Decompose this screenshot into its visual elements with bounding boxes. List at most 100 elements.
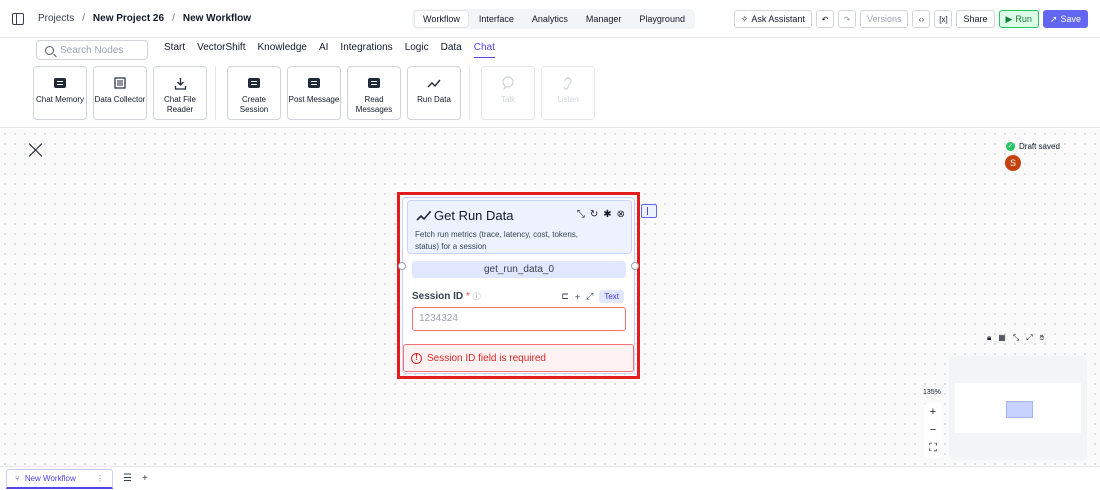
- ask-assistant-label: Ask Assistant: [751, 14, 805, 24]
- trend-icon: [416, 209, 432, 227]
- grid-icon[interactable]: ▦: [998, 333, 1006, 343]
- workflow-tab[interactable]: ⑂ New Workflow ⋮: [6, 468, 113, 489]
- category-integrations[interactable]: Integrations: [340, 42, 392, 58]
- tab-analytics[interactable]: Analytics: [524, 11, 576, 27]
- ask-assistant-button[interactable]: ✧ Ask Assistant: [733, 10, 812, 28]
- code-button[interactable]: ‹›: [912, 10, 931, 28]
- save-button[interactable]: ➚ Save: [1042, 10, 1088, 28]
- field-label-text: Session ID: [412, 291, 464, 302]
- save-label: Save: [1060, 14, 1081, 24]
- add-icon[interactable]: +: [575, 292, 580, 302]
- undo-icon: ↶: [821, 14, 829, 24]
- zoom-controls: + − ⛶: [924, 403, 942, 458]
- category-chat[interactable]: Chat: [473, 42, 495, 58]
- field-type-badge[interactable]: Text: [599, 290, 624, 303]
- node-post-message[interactable]: Post Message: [287, 66, 341, 120]
- undo-button[interactable]: ↶: [815, 10, 834, 28]
- zoom-in-button[interactable]: +: [930, 406, 936, 418]
- info-icon[interactable]: ⓘ: [473, 292, 481, 301]
- session-id-input[interactable]: 1234324: [412, 307, 626, 331]
- versions-button[interactable]: Versions: [859, 10, 909, 28]
- breadcrumb-separator: /: [82, 13, 85, 24]
- shrink-icon[interactable]: ⤡: [1013, 333, 1019, 343]
- category-knowledge[interactable]: Knowledge: [257, 42, 306, 58]
- bottom-bar: ⑂ New Workflow ⋮ ☰ +: [0, 466, 1100, 490]
- view-tabs: Workflow Interface Analytics Manager Pla…: [412, 9, 695, 29]
- node-listen: Listen: [541, 66, 595, 120]
- close-circle-icon[interactable]: ⊗: [617, 209, 625, 220]
- more-icon[interactable]: ⋮: [96, 474, 104, 483]
- tab-interface[interactable]: Interface: [471, 11, 522, 27]
- node-data-collector[interactable]: Data Collector: [93, 66, 147, 120]
- node-talk: Talk: [481, 66, 535, 120]
- node-toolbar: Search Nodes Start VectorShift Knowledge…: [0, 38, 1100, 128]
- gear-icon[interactable]: ✱: [603, 209, 611, 220]
- link-icon[interactable]: ⊏: [561, 291, 569, 302]
- search-input[interactable]: Search Nodes: [36, 40, 148, 60]
- add-workflow-button[interactable]: +: [142, 473, 148, 484]
- breadcrumb-project[interactable]: New Project 26: [93, 13, 164, 24]
- list-icon[interactable]: ☰: [123, 473, 132, 484]
- run-button[interactable]: ▶ Run: [998, 10, 1039, 28]
- expand-icon[interactable]: ⤢: [586, 291, 593, 302]
- breadcrumb-workflow[interactable]: New Workflow: [183, 13, 251, 24]
- output-handle[interactable]: [631, 262, 639, 270]
- hand-icon[interactable]: ✋︎: [1040, 333, 1045, 343]
- close-icon[interactable]: [28, 142, 44, 158]
- redo-icon: ↷: [843, 14, 851, 24]
- run-label: Run: [1015, 14, 1032, 24]
- breadcrumb-separator: /: [172, 13, 175, 24]
- variables-button[interactable]: [x]: [934, 10, 953, 28]
- node-label: Chat File Reader: [163, 95, 196, 114]
- ear-icon: [562, 75, 574, 91]
- category-vectorshift[interactable]: VectorShift: [197, 42, 245, 58]
- error-message: ! Session ID field is required: [403, 344, 634, 372]
- session-id-label: Session ID * ⓘ: [412, 291, 481, 302]
- node-chat-file-reader[interactable]: Chat File Reader: [153, 66, 207, 120]
- node-label: Run Data: [417, 95, 451, 104]
- breadcrumb-projects[interactable]: Projects: [38, 13, 74, 24]
- check-icon: ✓: [1006, 142, 1015, 151]
- category-data[interactable]: Data: [441, 42, 462, 58]
- speech-icon: [501, 75, 515, 91]
- get-run-data-node[interactable]: Get Run Data ⤡ ↻ ✱ ⊗ Fetch run metrics (…: [398, 197, 639, 374]
- fullscreen-icon[interactable]: ⤢: [1026, 333, 1032, 343]
- refresh-icon[interactable]: ↻: [590, 209, 598, 220]
- sidebar-toggle-icon[interactable]: [12, 12, 24, 25]
- draft-status: ✓ Draft saved: [1006, 142, 1060, 151]
- node-name-field[interactable]: get_run_data_0: [412, 261, 626, 278]
- share-button[interactable]: Share: [956, 10, 995, 28]
- node-chat-memory[interactable]: Chat Memory: [33, 66, 87, 120]
- branch-icon: ⑂: [15, 473, 20, 483]
- node-label: Chat Memory: [35, 95, 84, 104]
- zoom-out-button[interactable]: −: [930, 424, 936, 436]
- node-read-messages[interactable]: Read Messages: [347, 66, 401, 120]
- lock-icon[interactable]: 🔒︎: [987, 333, 991, 343]
- redo-button[interactable]: ↷: [837, 10, 856, 28]
- variable-icon: [x]: [939, 14, 948, 24]
- chat-icon: [308, 75, 320, 91]
- node-create-session[interactable]: Create Session: [227, 66, 281, 120]
- fit-view-icon[interactable]: ⛶: [929, 442, 937, 455]
- category-start[interactable]: Start: [164, 42, 185, 58]
- node-description: Fetch run metrics (trace, latency, cost,…: [415, 230, 579, 251]
- tab-workflow[interactable]: Workflow: [414, 10, 469, 28]
- sparkle-icon: ✧: [740, 13, 749, 24]
- input-handle[interactable]: [398, 262, 406, 270]
- category-logic[interactable]: Logic: [405, 42, 429, 58]
- avatar[interactable]: S: [1005, 155, 1021, 171]
- node-run-data[interactable]: Run Data: [407, 66, 461, 120]
- field-tools: ⊏ + ⤢ Text: [561, 290, 624, 303]
- panel-toggle-icon[interactable]: [641, 204, 657, 218]
- node-header: Get Run Data ⤡ ↻ ✱ ⊗ Fetch run metrics (…: [407, 200, 632, 254]
- minimap-node: [1006, 401, 1033, 418]
- collapse-icon[interactable]: ⤡: [577, 209, 585, 220]
- zoom-level: 135%: [923, 389, 941, 396]
- tab-playground[interactable]: Playground: [631, 11, 693, 27]
- tab-manager[interactable]: Manager: [578, 11, 630, 27]
- node-palette: Chat Memory Data Collector Chat File Rea…: [33, 66, 595, 120]
- category-ai[interactable]: AI: [319, 42, 328, 58]
- chat-icon: [368, 75, 380, 91]
- minimap[interactable]: [949, 356, 1087, 460]
- alert-icon: !: [411, 352, 422, 364]
